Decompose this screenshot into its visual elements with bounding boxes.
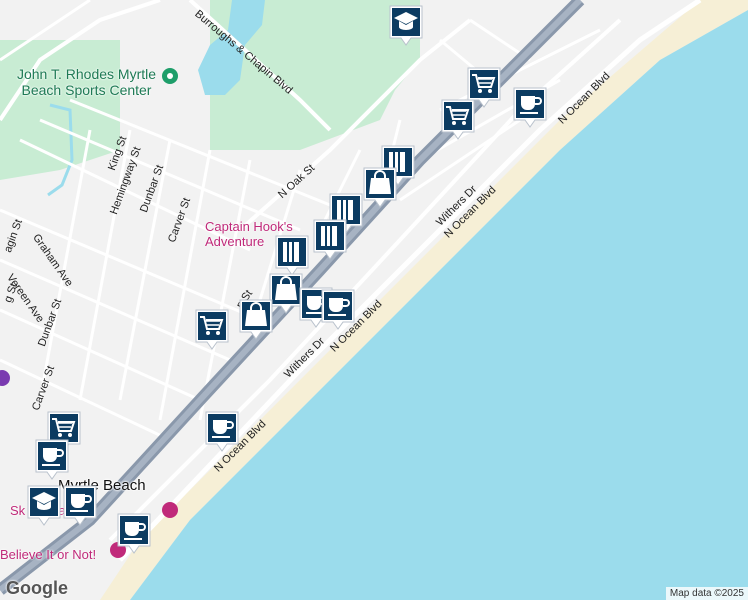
shopping-bag-pin[interactable] xyxy=(362,166,398,210)
shopping-cart-pin[interactable] xyxy=(440,98,476,142)
shopping-bag-pin[interactable] xyxy=(238,298,274,342)
cafe-pin[interactable] xyxy=(34,438,70,482)
cafe-pin[interactable] xyxy=(116,512,152,556)
map-canvas[interactable]: N Ocean Blvd N Ocean Blvd N Ocean Blvd N… xyxy=(0,0,748,600)
google-logo: Google xyxy=(6,578,68,598)
poi-label-believe-it[interactable]: Believe It or Not! xyxy=(0,547,96,562)
cafe-pin[interactable] xyxy=(320,288,356,332)
cafe-pin[interactable] xyxy=(512,86,548,130)
map-attribution[interactable]: Map data ©2025 xyxy=(665,587,748,600)
cafe-pin[interactable] xyxy=(62,484,98,528)
store-pin[interactable] xyxy=(312,218,348,262)
cafe-pin[interactable] xyxy=(204,410,240,454)
school-pin[interactable] xyxy=(388,4,424,48)
school-pin[interactable] xyxy=(26,484,62,528)
poi-label-sports-center[interactable]: John T. Rhodes Myrtle Beach Sports Cente… xyxy=(14,66,159,98)
shopping-cart-pin[interactable] xyxy=(194,308,230,352)
